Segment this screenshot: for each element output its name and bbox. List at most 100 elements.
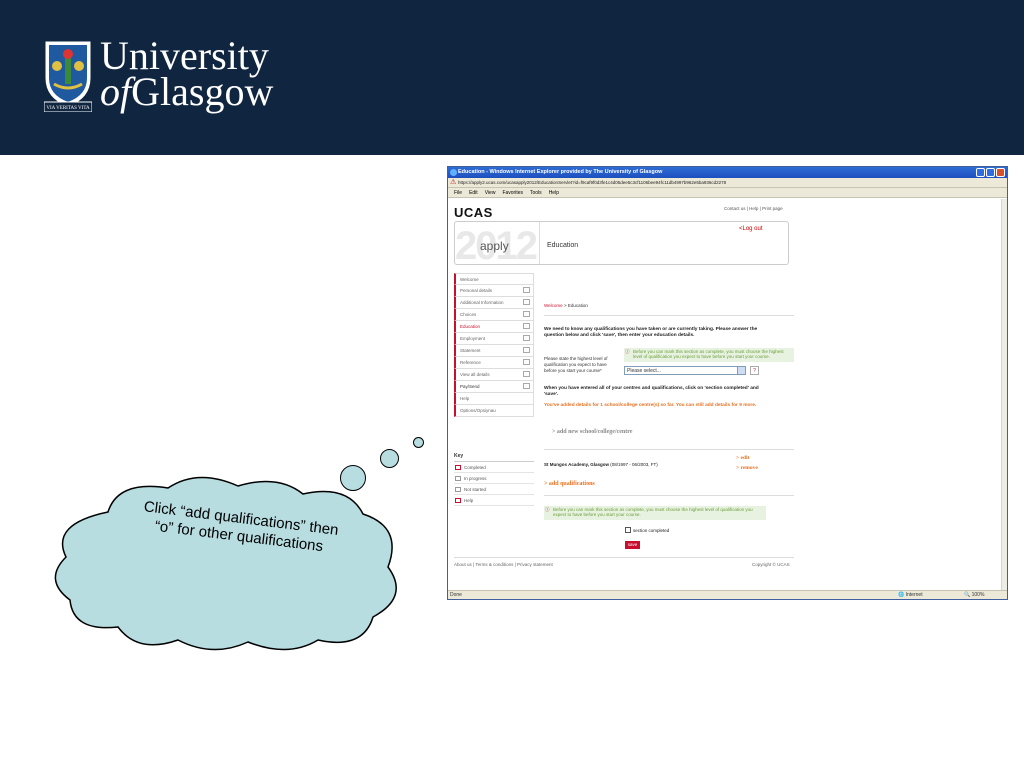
- remove-school-link[interactable]: > remove: [736, 465, 758, 471]
- nav-item-help[interactable]: Help: [454, 393, 534, 405]
- nav-label: Choices: [460, 312, 477, 317]
- menu-favorites[interactable]: Favorites: [502, 188, 523, 197]
- nav-label: Education: [460, 324, 481, 329]
- zoom-value: 100%: [971, 592, 985, 598]
- nav-item-personal-details[interactable]: Personal details: [454, 285, 534, 297]
- centres-added-note: You've added details for 1 school/colleg…: [544, 403, 757, 408]
- nav-label: Personal details: [460, 288, 493, 293]
- section-completed-row: section completed: [625, 527, 669, 533]
- edit-school-link[interactable]: > edit: [736, 455, 749, 461]
- help-button[interactable]: ?: [750, 366, 759, 375]
- crest-motto: VIA VERITAS VITA: [46, 106, 90, 111]
- university-wordmark: University ofGlasgow: [100, 36, 273, 112]
- progress-status-icon: [523, 299, 530, 305]
- wordmark-line2: ofGlasgow: [100, 72, 273, 112]
- university-crest-icon: VIA VERITAS VITA: [44, 41, 92, 112]
- status-key: Key Completed In progress Not started He…: [454, 453, 534, 506]
- key-label: Completed: [464, 465, 486, 470]
- vertical-scrollbar[interactable]: [1001, 199, 1007, 592]
- chevron-down-icon[interactable]: [737, 367, 745, 374]
- key-item-completed: Completed: [454, 462, 534, 473]
- add-school-link[interactable]: > add new school/college/centre: [552, 429, 632, 435]
- nav-label: Statement: [460, 348, 481, 353]
- browser-titlebar: Education - Windows Internet Explorer pr…: [448, 167, 1007, 178]
- highest-qualification-select[interactable]: Please select...: [624, 366, 746, 375]
- school-entry: St Mungos Academy, Glasgow (08/1997 - 06…: [544, 462, 658, 467]
- completed-tick-icon: [455, 465, 461, 470]
- nav-label: View all details: [460, 372, 490, 377]
- add-qualifications-link[interactable]: > add qualifications: [544, 481, 595, 487]
- window-controls: [976, 168, 1005, 177]
- page-title: Education: [547, 242, 579, 249]
- key-title: Key: [454, 453, 534, 462]
- nav-item-reference[interactable]: Reference: [454, 357, 534, 369]
- not-started-status-icon: [523, 383, 530, 389]
- nav-item-employment[interactable]: Employment: [454, 333, 534, 345]
- menu-tools[interactable]: Tools: [530, 188, 542, 197]
- nav-label: Pay/Send: [460, 384, 480, 389]
- zoom-level[interactable]: 🔍 100%: [964, 591, 985, 599]
- header-banner: VIA VERITAS VITA University ofGlasgow: [0, 0, 1024, 155]
- nav-item-education[interactable]: Education: [454, 321, 534, 333]
- not-started-icon: [455, 487, 461, 492]
- logout-link[interactable]: <Log out: [739, 226, 763, 232]
- minimize-button[interactable]: [976, 168, 985, 177]
- page-viewport: UCAS Contact us | Help | Print page 2012…: [448, 199, 1003, 592]
- thought-bubble-medium: [380, 449, 399, 468]
- status-text: Done: [450, 592, 462, 598]
- key-label: Not started: [464, 487, 487, 492]
- highest-qualification-question: Please state the highest level of qualif…: [544, 356, 608, 373]
- section-completed-label: section completed: [633, 527, 670, 533]
- menu-view[interactable]: View: [485, 188, 496, 197]
- ucas-logo[interactable]: UCAS: [454, 205, 493, 220]
- help-question-icon: [455, 498, 461, 503]
- key-item-help: Help: [454, 495, 534, 506]
- menu-help[interactable]: Help: [549, 188, 559, 197]
- warning-text: Before you can mark this section as comp…: [633, 349, 784, 359]
- nav-item-options[interactable]: Options/Opsiynau: [454, 405, 534, 417]
- not-started-status-icon: [523, 371, 530, 377]
- not-started-status-icon: [523, 359, 530, 365]
- breadcrumb-welcome-link[interactable]: Welcome: [544, 303, 563, 308]
- internet-explorer-icon: [450, 169, 457, 176]
- section-completed-checkbox[interactable]: [625, 527, 631, 533]
- nav-item-choices[interactable]: Choices: [454, 309, 534, 321]
- wordmark-glasgow: Glasgow: [131, 69, 274, 114]
- address-url[interactable]: https://apply2.ucas.com/ucasapply2012/Ed…: [458, 180, 726, 185]
- alert-icon: ⓘ: [625, 349, 630, 354]
- key-label: Help: [464, 498, 474, 503]
- menu-edit[interactable]: Edit: [469, 188, 478, 197]
- top-links[interactable]: Contact us | Help | Print page: [724, 206, 783, 211]
- nav-item-welcome[interactable]: Welcome: [454, 273, 534, 285]
- status-bar: Done 🌐 Internet 🔍 100%: [448, 590, 1007, 599]
- hero-apply-label: apply: [480, 239, 509, 253]
- school-dates: (08/1997 - 06/2003, FT): [609, 462, 658, 467]
- save-button[interactable]: save: [625, 541, 640, 549]
- security-zone: 🌐 Internet: [898, 592, 923, 598]
- close-button[interactable]: [996, 168, 1005, 177]
- completion-instructions: When you have entered all of your centre…: [544, 386, 759, 397]
- address-bar[interactable]: ⚠ https://apply2.ucas.com/ucasapply2012/…: [448, 178, 1007, 188]
- footer-links[interactable]: About us | Terms & conditions | Privacy …: [454, 562, 553, 567]
- maximize-button[interactable]: [986, 168, 995, 177]
- intro-text: We need to know any qualifications you h…: [544, 327, 758, 338]
- key-item-in-progress: In progress: [454, 473, 534, 484]
- thought-cloud: [54, 476, 397, 651]
- nav-item-statement[interactable]: Statement: [454, 345, 534, 357]
- thought-bubble-small: [413, 437, 424, 448]
- nav-label: Options/Opsiynau: [460, 408, 496, 413]
- nav-item-additional-information[interactable]: Additional Information: [454, 297, 534, 309]
- alert-icon: ⓘ: [545, 507, 550, 512]
- menu-bar: File Edit View Favorites Tools Help: [448, 188, 1007, 198]
- nav-label: Help: [460, 396, 470, 401]
- progress-status-icon: [523, 287, 530, 293]
- nav-item-pay-send[interactable]: Pay/Send: [454, 381, 534, 393]
- nav-item-view-all-details[interactable]: View all details: [454, 369, 534, 381]
- key-item-not-started: Not started: [454, 484, 534, 495]
- menu-file[interactable]: File: [454, 188, 462, 197]
- nav-label: Welcome: [460, 277, 479, 282]
- apply-hero: 2012 apply Education <Log out: [454, 221, 789, 265]
- slide: VIA VERITAS VITA University ofGlasgow Cl…: [0, 0, 1024, 768]
- not-started-status-icon: [523, 347, 530, 353]
- nav-label: Additional Information: [460, 300, 504, 305]
